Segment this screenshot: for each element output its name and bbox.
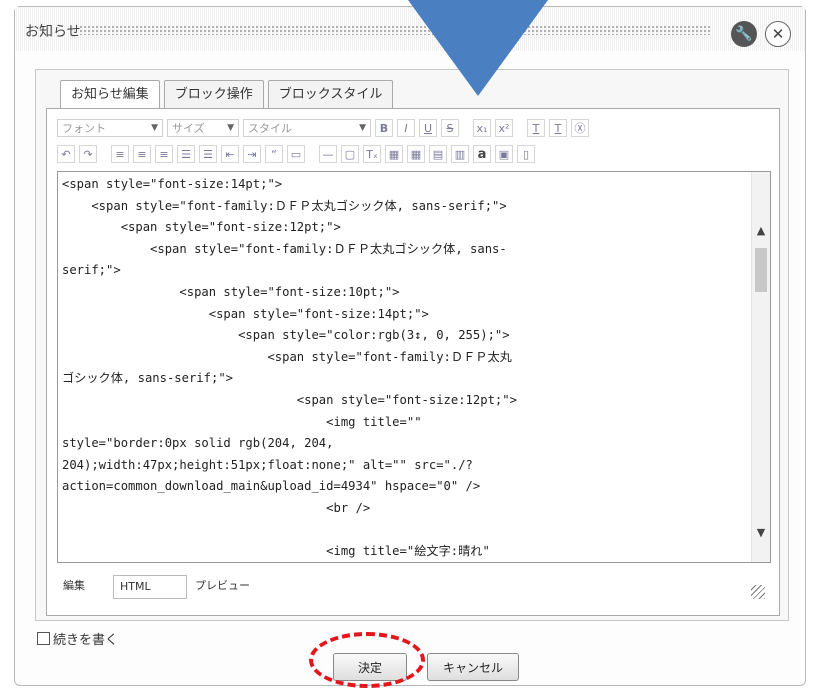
mode-html[interactable]: HTML — [113, 575, 187, 599]
size-select[interactable]: サイズ ▼ — [167, 119, 239, 137]
continue-label: 続きを書く — [53, 633, 119, 648]
editor-scrollbar[interactable]: ▲ ▼ — [751, 172, 770, 562]
unordered-list-icon[interactable]: ☰ — [199, 145, 217, 163]
redo-icon[interactable]: ↷ — [79, 145, 97, 163]
notice-dialog: お知らせ 🔧 ✕ お知らせ編集 ブロック操作 ブロックスタイル フォント ▼ サイ… — [14, 6, 806, 688]
html-source-text: <span style="font-size:14pt;"> <span sty… — [62, 174, 752, 562]
font-select[interactable]: フォント ▼ — [57, 119, 163, 137]
italic-button[interactable]: I — [397, 119, 415, 137]
subscript-button[interactable]: x₁ — [473, 119, 491, 137]
wrench-icon[interactable]: 🔧 — [731, 21, 757, 47]
close-icon[interactable]: ✕ — [765, 21, 791, 47]
link-icon[interactable]: ▦ — [385, 145, 403, 163]
code-line: 204);width:47px;height:51px;float:none;"… — [62, 457, 473, 472]
tab-block-style[interactable]: ブロックスタイル — [267, 80, 394, 109]
blockquote-icon[interactable]: “ — [265, 145, 283, 163]
underline-button[interactable]: U — [419, 119, 437, 137]
attachment-icon[interactable]: ▯ — [517, 145, 535, 163]
toolbar-row-2: ↶ ↷ ≡ ≡ ≡ ☰ ☰ ⇤ ⇥ “ ▭ — ▢ Tₓ ▦ ▦ ▤ ▥ a ▣… — [57, 141, 769, 167]
continue-checkbox[interactable] — [37, 632, 50, 645]
dialog-content: お知らせ編集 ブロック操作 ブロックスタイル フォント ▼ サイズ ▼ スタイル ▼ … — [35, 69, 789, 621]
chevron-down-icon: ▼ — [227, 123, 234, 133]
ordered-list-icon[interactable]: ☰ — [177, 145, 195, 163]
code-line: <img title="" — [62, 414, 422, 429]
size-select-label: サイズ — [172, 122, 205, 135]
code-line: <span style="font-size:10pt;"> — [62, 284, 400, 299]
text-color-button[interactable]: T — [527, 119, 545, 137]
box-icon[interactable]: ▢ — [341, 145, 359, 163]
code-line: <span style="font-size:14pt;"> — [62, 177, 283, 191]
tex-icon[interactable]: Tₓ — [363, 145, 381, 163]
mode-preview[interactable]: プレビュー — [189, 575, 256, 597]
tab-bar: お知らせ編集 ブロック操作 ブロックスタイル — [60, 80, 394, 109]
superscript-button[interactable]: x² — [495, 119, 513, 137]
code-line: <span style="font-size:14pt;"> — [62, 306, 429, 321]
code-line: <span style="font-size:12pt;"> — [62, 220, 341, 235]
undo-icon[interactable]: ↶ — [57, 145, 75, 163]
align-right-icon[interactable]: ≡ — [155, 145, 173, 163]
scroll-up-icon[interactable]: ▲ — [752, 224, 770, 242]
tab-panel: フォント ▼ サイズ ▼ スタイル ▼ B I U S x₁ x² T T Ⓧ ↶ — [46, 108, 780, 616]
code-line: <br /> — [62, 500, 371, 515]
tab-notice-edit[interactable]: お知らせ編集 — [60, 80, 160, 109]
mode-edit[interactable]: 編集 — [57, 575, 91, 597]
unlink-icon[interactable]: ▦ — [407, 145, 425, 163]
chevron-down-icon: ▼ — [359, 123, 366, 133]
tab-block-operation[interactable]: ブロック操作 — [163, 80, 264, 109]
style-select[interactable]: スタイル ▼ — [243, 119, 371, 137]
code-line: <img title="絵文字:晴れ" — [62, 544, 490, 559]
font-select-label: フォント — [62, 122, 106, 135]
strikethrough-button[interactable]: S — [441, 119, 459, 137]
align-left-icon[interactable]: ≡ — [111, 145, 129, 163]
scrollbar-thumb[interactable] — [755, 248, 767, 292]
code-line: <span style="font-family:ＤＦＰ太丸ゴシック体, san… — [62, 198, 507, 213]
toolbar-row-1: フォント ▼ サイズ ▼ スタイル ▼ B I U S x₁ x² T T Ⓧ — [57, 115, 769, 141]
bold-button[interactable]: B — [375, 119, 393, 137]
code-line: <span style="font-family:ＤＦＰ太丸 — [62, 349, 512, 364]
align-center-icon[interactable]: ≡ — [133, 145, 151, 163]
resize-handle-icon[interactable] — [751, 585, 765, 599]
code-line: ゴシック体, sans-serif;"> — [62, 371, 233, 386]
html-source-editor[interactable]: <span style="font-size:14pt;"> <span sty… — [57, 171, 771, 563]
code-line: action=common_download_main&upload_id=49… — [62, 479, 481, 494]
chevron-down-icon: ▼ — [151, 123, 158, 133]
indent-icon[interactable]: ⇥ — [243, 145, 261, 163]
editor-toolbar: フォント ▼ サイズ ▼ スタイル ▼ B I U S x₁ x² T T Ⓧ ↶ — [57, 115, 769, 167]
titlebar-drag-pattern — [79, 25, 711, 35]
file-icon[interactable]: ▤ — [429, 145, 447, 163]
scroll-down-icon[interactable]: ▼ — [752, 526, 770, 544]
image-icon[interactable]: ▣ — [495, 145, 513, 163]
continue-writing-option[interactable]: 続きを書く — [37, 629, 118, 648]
template-icon[interactable]: ▥ — [451, 145, 469, 163]
highlight-ring-annotation — [309, 632, 425, 688]
editor-mode-bar: 編集 HTML プレビュー — [57, 571, 769, 603]
down-arrow-annotation — [408, 0, 548, 96]
background-color-button[interactable]: T — [549, 119, 567, 137]
code-line: <span style="font-family:ＤＦＰ太丸ゴシック体, san… — [62, 241, 507, 256]
code-line: <span style="color:rgb(3↕, 0, 255);"> — [62, 328, 510, 343]
cancel-button[interactable]: キャンセル — [427, 653, 519, 681]
style-select-label: スタイル — [248, 122, 292, 135]
font-icon[interactable]: a — [473, 145, 491, 163]
code-line: style="border:0px solid rgb(204, 204, — [62, 436, 334, 451]
dialog-title: お知らせ — [25, 24, 81, 40]
outdent-icon[interactable]: ⇤ — [221, 145, 239, 163]
remove-format-button[interactable]: Ⓧ — [571, 119, 589, 137]
code-line: serif;"> — [62, 263, 121, 278]
code-line: <span style="font-size:12pt;"> — [62, 392, 517, 407]
horizontal-rule-icon[interactable]: — — [319, 145, 337, 163]
table-icon[interactable]: ▭ — [287, 145, 305, 163]
